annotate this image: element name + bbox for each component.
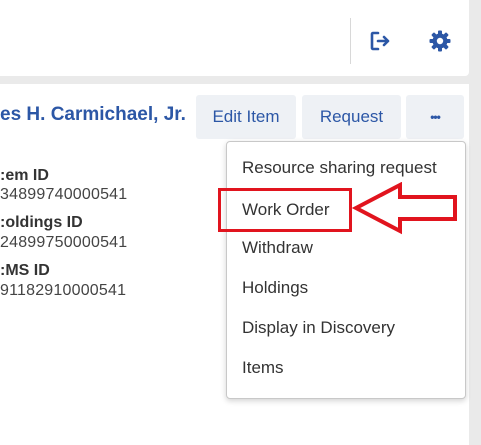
toolbar-divider: [350, 18, 351, 64]
annotation-highlight-box: [218, 188, 352, 232]
menu-item-resource-sharing-request[interactable]: Resource sharing request: [242, 155, 437, 181]
holdings-id-value: 24899750000541: [0, 234, 128, 251]
menu-item-items[interactable]: Items: [242, 355, 284, 381]
annotation-arrow-icon: [352, 182, 457, 235]
settings-button[interactable]: [426, 27, 454, 55]
logout-icon: [370, 31, 390, 51]
holdings-id-label: oldings ID:: [0, 214, 83, 231]
top-toolbar: [0, 0, 469, 76]
mms-id-value: 91182910000541: [0, 282, 127, 299]
mms-id-label: MS ID:: [0, 262, 50, 279]
more-actions-button[interactable]: •••: [406, 95, 464, 139]
menu-item-holdings[interactable]: Holdings: [242, 275, 308, 301]
request-button[interactable]: Request: [302, 95, 401, 139]
menu-item-display-in-discovery[interactable]: Display in Discovery: [242, 315, 395, 341]
record-title[interactable]: es H. Carmichael, Jr.: [0, 104, 190, 126]
item-id-value: 34899740000541: [0, 186, 128, 203]
logout-button[interactable]: [366, 27, 394, 55]
item-id-label: em ID:: [0, 167, 49, 184]
menu-item-withdraw[interactable]: Withdraw: [242, 235, 313, 261]
gear-icon: [429, 30, 451, 52]
more-actions-menu: Resource sharing request Work Order With…: [226, 141, 466, 399]
edit-item-button[interactable]: Edit Item: [196, 95, 296, 139]
